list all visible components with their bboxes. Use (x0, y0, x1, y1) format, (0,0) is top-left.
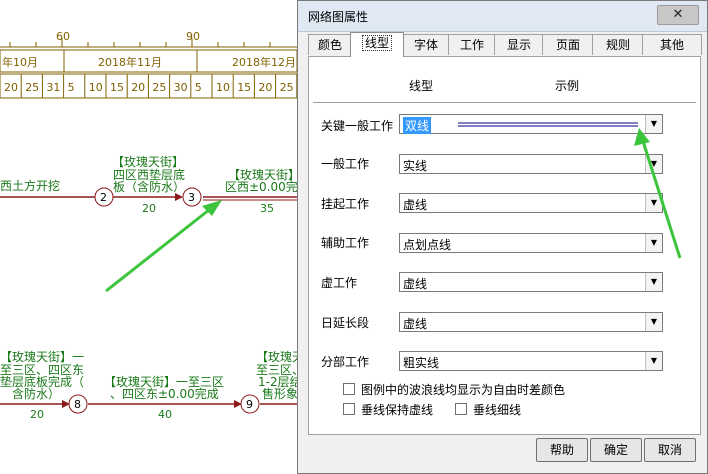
ruler-label-90: 90 (186, 30, 200, 43)
ruler-label-60: 60 (56, 30, 70, 43)
close-icon: ✕ (672, 7, 684, 22)
label-dummy-work: 虚工作 (321, 276, 358, 290)
svg-text:20: 20 (142, 202, 156, 215)
ok-button[interactable]: 确定 (590, 438, 642, 462)
svg-text:、四区东±0.00完成: 、四区东±0.00完成 (110, 386, 219, 401)
svg-text:3: 3 (188, 191, 195, 204)
checkbox-box[interactable] (343, 383, 355, 395)
tab-other[interactable]: 其他 (642, 34, 702, 55)
tab-work[interactable]: 工作 (448, 34, 496, 55)
checkbox-box[interactable] (343, 403, 355, 415)
checkbox-box[interactable] (455, 403, 467, 415)
label-suspended-work: 挂起工作 (321, 197, 370, 211)
checkbox-vertical-dashed[interactable]: 垂线保持虚线 (343, 401, 433, 418)
header-separator (313, 102, 696, 104)
svg-text:【玫瑰天街】一: 【玫瑰天街】一 (0, 349, 84, 364)
annotation-arrow-left (105, 204, 215, 293)
svg-text:9: 9 (246, 398, 253, 411)
label-daily-extension: 日延长段 (321, 316, 370, 330)
svg-text:板（含防水）: 板（含防水） (113, 179, 185, 194)
day-label: 20 (4, 81, 18, 94)
svg-text:20: 20 (30, 408, 44, 421)
label-auxiliary-work: 辅助工作 (321, 236, 370, 250)
help-button[interactable]: 帮助 (536, 438, 588, 462)
network-properties-dialog: 网络图属性 ✕ 颜色 线型 字体 工作 显示 页面 规则 其他 线型 示例 关键… (297, 0, 708, 474)
chevron-down-icon[interactable]: ▼ (645, 194, 662, 212)
chevron-down-icon[interactable]: ▼ (645, 273, 662, 291)
header-linetype: 线型 (409, 79, 434, 93)
dialog-title: 网络图属性 (308, 10, 369, 24)
tab-page[interactable]: 页面 (542, 34, 594, 55)
chevron-down-icon[interactable]: ▼ (645, 352, 662, 370)
svg-text:【玫瑰天街】: 【玫瑰天街】 (112, 154, 184, 169)
select-critical-work[interactable]: 双线 ▼ (399, 114, 663, 134)
tab-display[interactable]: 显示 (494, 34, 544, 55)
tab-font[interactable]: 字体 (402, 34, 450, 55)
tab-rules[interactable]: 规则 (592, 34, 644, 55)
select-dummy-work[interactable]: 虚线 ▼ (399, 272, 663, 292)
checkbox-wave-line-color[interactable]: 图例中的波浪线均显示为自由时差颜色 (343, 381, 565, 398)
month-oct: 年10月 (2, 55, 38, 69)
checkbox-vertical-thin[interactable]: 垂线细线 (455, 401, 521, 418)
close-button[interactable]: ✕ (657, 5, 699, 25)
day-label: 15 (110, 81, 124, 94)
svg-text:8: 8 (74, 398, 81, 411)
chevron-down-icon[interactable]: ▼ (645, 234, 662, 252)
day-label: 10 (216, 81, 230, 94)
task-label: 西土方开挖 (0, 178, 60, 193)
label-critical-work: 关键一般工作 (321, 119, 394, 133)
tab-strip: 颜色 线型 字体 工作 显示 页面 规则 其他 (308, 32, 702, 57)
day-label: 30 (174, 81, 188, 94)
chevron-down-icon[interactable]: ▼ (645, 313, 662, 331)
svg-text:含防水）: 含防水） (12, 386, 60, 401)
cancel-button[interactable]: 取消 (644, 438, 696, 462)
select-section-work[interactable]: 粗实线 ▼ (399, 351, 663, 371)
day-label: 25 (280, 81, 294, 94)
sample-double-line (458, 122, 638, 127)
select-general-work[interactable]: 实线 ▼ (399, 154, 663, 174)
month-nov: 2018年11月 (98, 55, 162, 69)
chevron-down-icon[interactable]: ▼ (645, 115, 662, 133)
svg-text:2: 2 (100, 191, 107, 204)
day-label: 15 (237, 81, 251, 94)
day-label: 20 (258, 81, 272, 94)
day-label: 10 (89, 81, 103, 94)
day-label: 25 (152, 81, 166, 94)
day-label: 5 (68, 81, 75, 94)
svg-text:售形象: 售形象 (262, 386, 298, 401)
label-general-work: 一般工作 (321, 157, 370, 171)
svg-text:40: 40 (158, 408, 172, 421)
tab-color[interactable]: 颜色 (308, 34, 352, 55)
svg-text:35: 35 (260, 202, 274, 215)
select-suspended-work[interactable]: 虚线 ▼ (399, 193, 663, 213)
day-label: 31 (46, 81, 60, 94)
select-daily-extension[interactable]: 虚线 ▼ (399, 312, 663, 332)
linetype-panel: 线型 示例 关键一般工作 双线 ▼ 一般工作 实线 ▼ 挂起工作 虚线 ▼ 辅助… (308, 56, 701, 435)
tab-linetype[interactable]: 线型 (350, 32, 404, 57)
day-label: 25 (25, 81, 39, 94)
month-dec: 2018年12月 (232, 55, 296, 69)
header-sample: 示例 (555, 79, 580, 93)
dialog-titlebar[interactable]: 网络图属性 ✕ (298, 1, 707, 32)
label-section-work: 分部工作 (321, 355, 370, 369)
day-label: 5 (195, 81, 202, 94)
day-label: 20 (131, 81, 145, 94)
chevron-down-icon[interactable]: ▼ (645, 155, 662, 173)
select-auxiliary-work[interactable]: 点划点线 ▼ (399, 233, 663, 253)
